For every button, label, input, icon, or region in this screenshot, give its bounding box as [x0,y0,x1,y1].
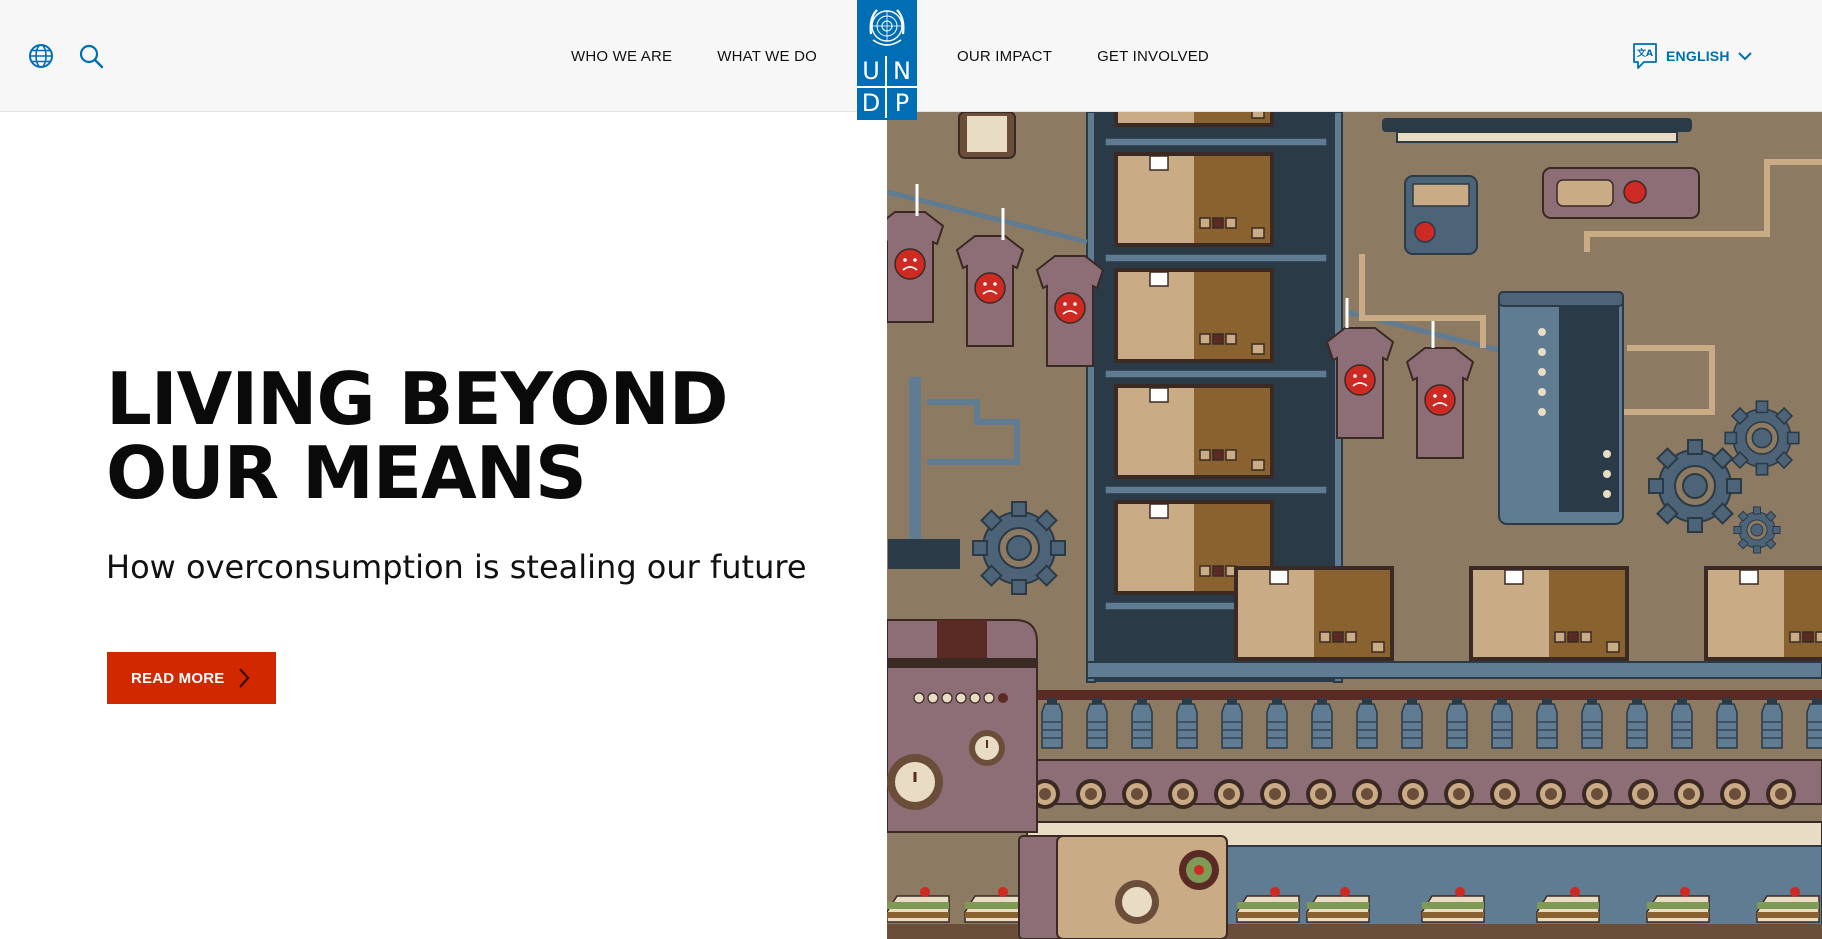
chevron-down-icon [1737,52,1752,61]
search-icon[interactable] [78,43,104,69]
svg-text:A: A [1646,49,1653,59]
globe-icon[interactable] [28,43,54,69]
read-more-button[interactable]: READ MORE [107,652,276,704]
nav-our-impact[interactable]: OUR IMPACT [957,48,1052,65]
nav-what-we-do[interactable]: WHAT WE DO [717,48,817,65]
factory-illustration [887,112,1822,939]
chevron-right-icon [239,668,250,688]
un-emblem-icon [869,9,905,46]
factory-illustration-art [887,112,1822,939]
logo-letter: D [857,88,887,118]
main-nav-left: WHO WE ARE WHAT WE DO [571,0,817,112]
logo-letter: N [887,56,917,88]
page: WHO WE ARE WHAT WE DO OUR IMPACT GET INV… [0,0,1822,939]
hero-title-line-2: OUR MEANS [106,431,587,515]
translate-icon: 文 A [1633,43,1657,69]
hero-subtitle: How overconsumption is stealing our futu… [106,548,807,586]
logo-letter: U [857,56,887,88]
hero-title-line-1: LIVING BEYOND [106,357,728,441]
main-nav-right: OUR IMPACT GET INVOLVED [957,0,1209,112]
language-label: ENGLISH [1666,48,1730,64]
language-selector[interactable]: 文 A ENGLISH [1632,42,1752,70]
logo-letter: P [894,89,910,117]
read-more-label: READ MORE [131,669,225,687]
nav-get-involved[interactable]: GET INVOLVED [1097,48,1209,65]
hero-title: LIVING BEYOND OUR MEANS [106,362,806,510]
logo-letters: U N D P [857,56,917,118]
undp-logo[interactable]: U N D P [857,0,917,120]
nav-who-we-are[interactable]: WHO WE ARE [571,48,672,65]
